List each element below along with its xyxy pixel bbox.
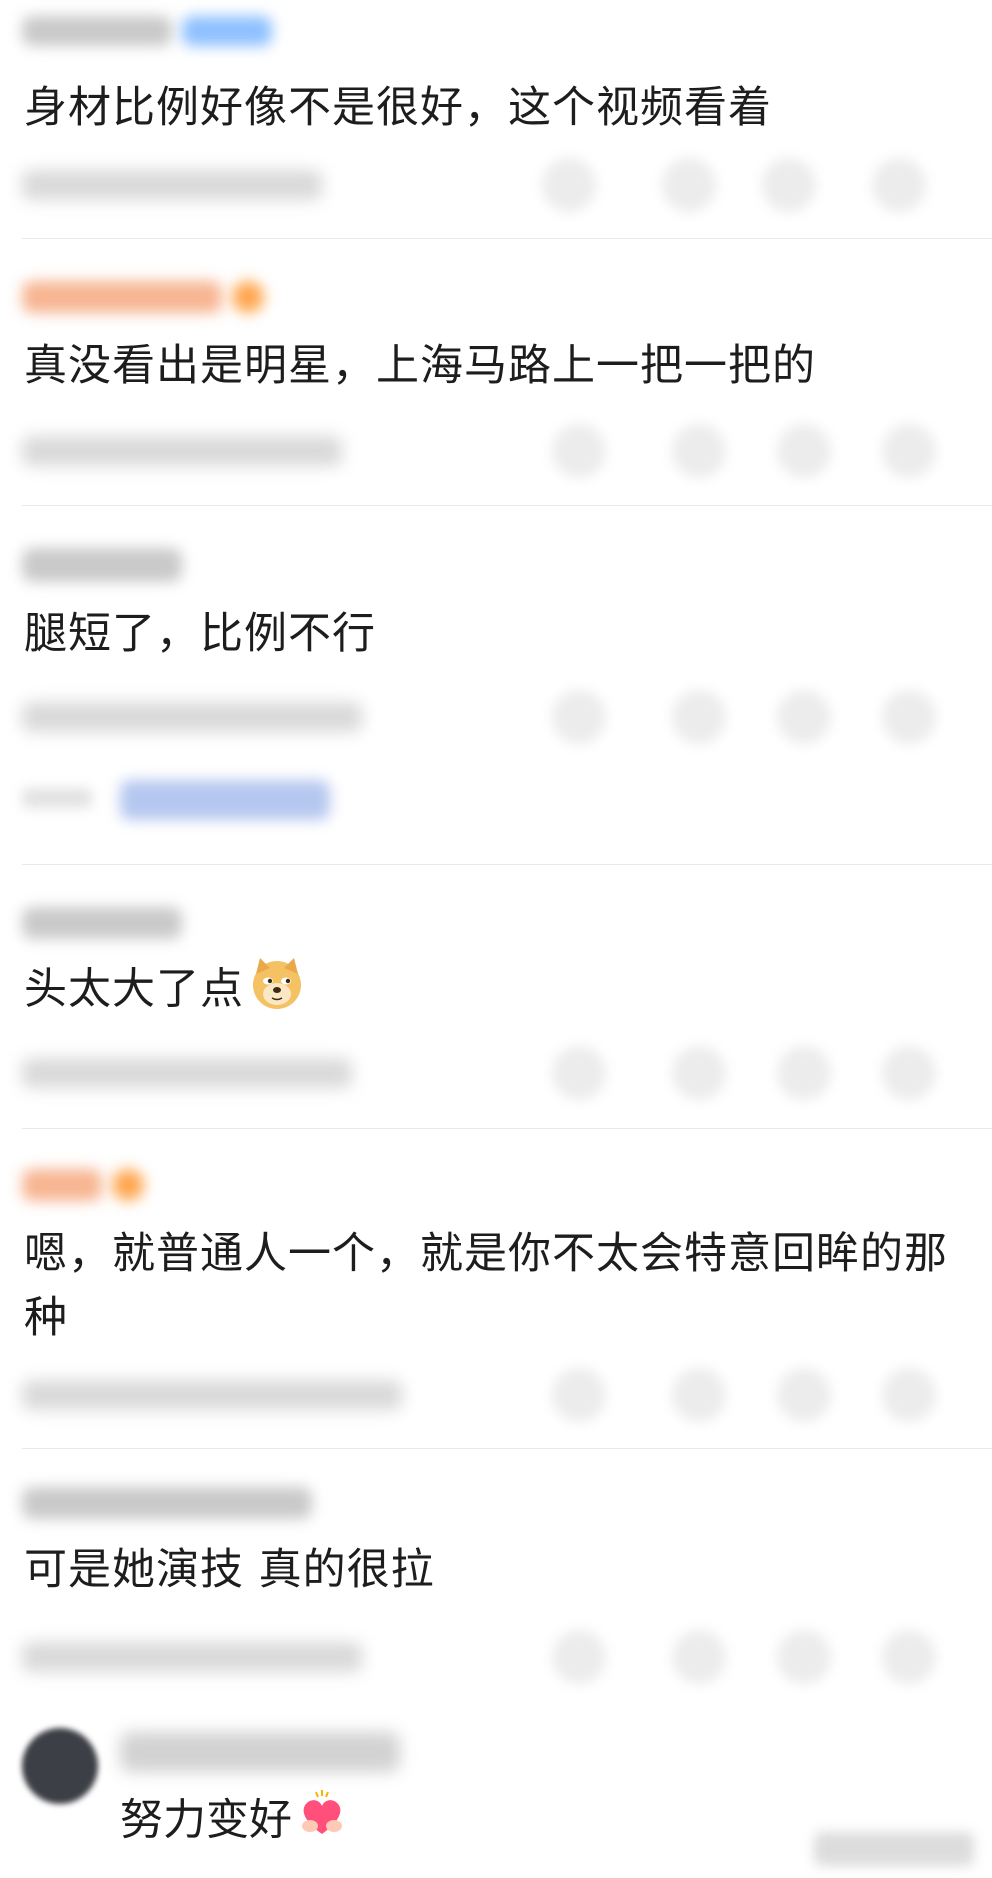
comment-text-content: 头太大了点 <box>24 964 244 1015</box>
comment-text: 头太大了点 <box>24 954 952 1030</box>
comment-user-row[interactable] <box>22 1480 312 1526</box>
repost-icon[interactable] <box>777 424 831 478</box>
reply-thread-line <box>22 788 92 808</box>
thumbs-up-icon[interactable] <box>882 1368 936 1422</box>
comment-bubble-icon[interactable] <box>672 1368 726 1422</box>
username[interactable] <box>22 548 182 582</box>
reply-text-content: 努力变好 <box>120 1795 292 1846</box>
repost-icon[interactable] <box>777 690 831 744</box>
comment-user-row[interactable] <box>22 1162 144 1208</box>
reply-text: 努力变好 <box>120 1788 348 1858</box>
username[interactable] <box>22 16 172 46</box>
reply-username[interactable] <box>120 1732 400 1772</box>
comment-user-row[interactable] <box>22 8 272 54</box>
heart-hands-emoji-icon <box>296 1788 348 1858</box>
divider <box>22 864 992 865</box>
repost-icon[interactable] <box>777 1046 831 1100</box>
comment-item: 真没看出是明星，上海马路上一把一把的 <box>0 262 992 492</box>
comment-time-location <box>22 436 342 466</box>
comment-meta <box>22 424 962 478</box>
repost-icon[interactable] <box>777 1368 831 1422</box>
user-badge <box>182 16 272 46</box>
vip-badge-icon <box>232 281 264 313</box>
comment-item: 头太大了点 <box>0 888 992 1118</box>
comment-item: 可是她演技 真的很拉 努力变好 <box>0 1470 992 1878</box>
thumbs-up-icon[interactable] <box>872 158 926 212</box>
vip-badge-icon <box>112 1169 144 1201</box>
share-icon[interactable] <box>552 1368 606 1422</box>
comment-bubble-icon[interactable] <box>662 158 716 212</box>
comment-meta <box>22 1368 962 1422</box>
repost-icon[interactable] <box>777 1630 831 1684</box>
comment-time-location <box>22 170 322 200</box>
share-icon[interactable] <box>552 1046 606 1100</box>
divider <box>22 505 992 506</box>
watermark <box>814 1832 974 1866</box>
thumbs-up-icon[interactable] <box>882 690 936 744</box>
comment-text: 腿短了，比例不行 <box>24 609 376 659</box>
share-icon[interactable] <box>552 424 606 478</box>
comment-time-location <box>22 1380 402 1410</box>
comment-text: 身材比例好像不是很好，这个视频看着 <box>24 83 772 133</box>
divider <box>22 1128 992 1129</box>
thumbs-up-icon[interactable] <box>882 424 936 478</box>
reply-avatar[interactable] <box>22 1728 98 1804</box>
repost-icon[interactable] <box>762 158 816 212</box>
view-replies-link[interactable] <box>120 780 330 820</box>
comment-user-row[interactable] <box>22 274 264 320</box>
comment-user-row[interactable] <box>22 542 182 588</box>
share-icon[interactable] <box>552 690 606 744</box>
comment-item: 身材比例好像不是很好，这个视频看着 <box>0 0 992 212</box>
divider <box>22 1448 992 1449</box>
comment-text: 可是她演技 真的很拉 <box>24 1545 435 1595</box>
comment-text: 嗯，就普通人一个，就是你不太会特意回眸的那种 <box>24 1229 948 1343</box>
username[interactable] <box>22 1487 312 1519</box>
comment-bubble-icon[interactable] <box>672 1630 726 1684</box>
comment-bubble-icon[interactable] <box>672 424 726 478</box>
comment-bubble-icon[interactable] <box>672 690 726 744</box>
comment-bubble-icon[interactable] <box>672 1046 726 1100</box>
comment-item: 腿短了，比例不行 <box>0 530 992 860</box>
comment-meta <box>22 158 962 212</box>
share-icon[interactable] <box>542 158 596 212</box>
doge-emoji-icon <box>248 954 306 1030</box>
comment-meta <box>22 1630 962 1684</box>
comment-item: 嗯，就普通人一个，就是你不太会特意回眸的那种 <box>0 1150 992 1440</box>
comment-user-row[interactable] <box>22 900 182 946</box>
thumbs-up-icon[interactable] <box>882 1630 936 1684</box>
comment-time-location <box>22 1058 352 1088</box>
username[interactable] <box>22 281 222 313</box>
thumbs-up-icon[interactable] <box>882 1046 936 1100</box>
comment-text: 真没看出是明星，上海马路上一把一把的 <box>24 341 816 391</box>
share-icon[interactable] <box>552 1630 606 1684</box>
comment-time-location <box>22 1642 362 1672</box>
divider <box>22 238 992 239</box>
comment-meta <box>22 690 962 744</box>
comment-time-location <box>22 702 362 732</box>
username[interactable] <box>22 1169 102 1201</box>
username[interactable] <box>22 907 182 939</box>
comment-meta <box>22 1046 962 1100</box>
